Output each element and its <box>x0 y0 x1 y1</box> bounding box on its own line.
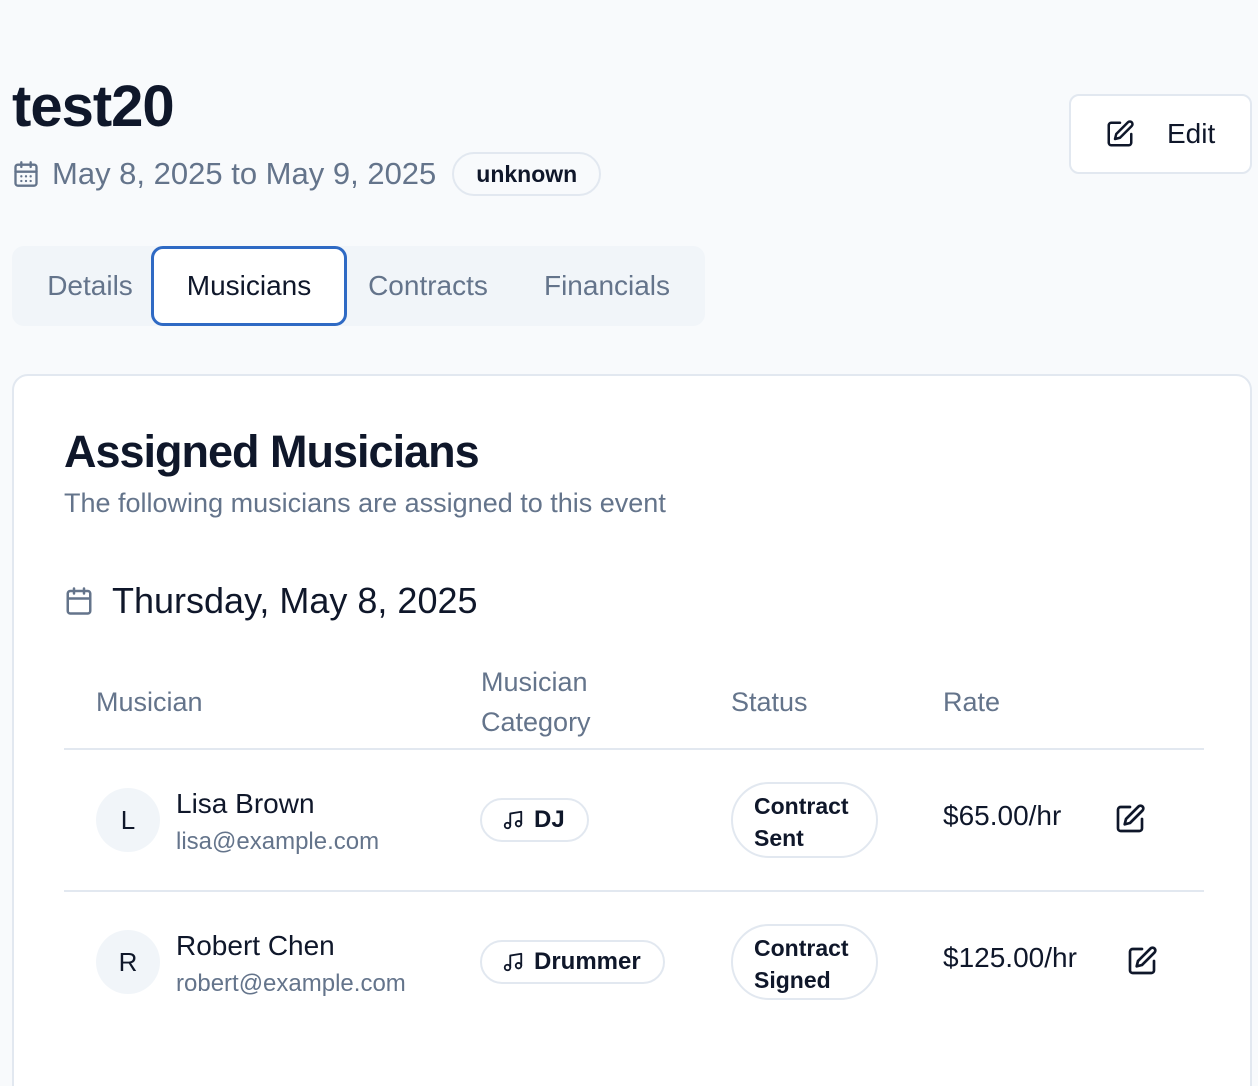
column-header-status: Status <box>731 687 808 717</box>
table-row: L Lisa Brown lisa@example.com DJ Contrac… <box>64 750 1204 890</box>
music-note-icon <box>502 808 526 832</box>
edit-row-button[interactable] <box>1126 945 1158 977</box>
edit-icon <box>1116 804 1145 833</box>
status-line1: Contract <box>754 793 849 819</box>
column-header-musician: Musician <box>96 687 203 717</box>
edit-event-button[interactable]: Edit <box>1069 94 1252 174</box>
column-header-category-line2: Category <box>481 707 591 737</box>
music-note-icon <box>502 950 526 974</box>
assigned-musicians-card: Assigned Musicians The following musicia… <box>12 374 1252 1086</box>
category-badge: DJ <box>480 798 589 842</box>
category-label: Drummer <box>534 948 641 975</box>
musician-name: Lisa Brown <box>176 788 315 819</box>
edit-row-button[interactable] <box>1114 803 1146 835</box>
avatar: L <box>96 788 160 852</box>
table-row: R Robert Chen robert@example.com Drummer… <box>64 892 1204 1032</box>
calendar-icon <box>64 586 94 616</box>
category-badge: Drummer <box>480 940 665 984</box>
rate-value: $65.00/hr <box>943 800 1062 831</box>
musician-email: robert@example.com <box>176 970 406 997</box>
column-header-rate: Rate <box>943 687 1001 717</box>
status-line2: Sent <box>754 825 804 851</box>
day-header: Thursday, May 8, 2025 <box>64 578 478 624</box>
musician-email: lisa@example.com <box>176 828 380 855</box>
tab-musicians[interactable]: Musicians <box>151 246 347 326</box>
tab-contracts[interactable]: Contracts <box>350 246 506 326</box>
status-line2: Signed <box>754 967 831 993</box>
tab-list: Details Musicians Contracts Financials <box>12 246 705 326</box>
status-badge: Contract Sent <box>731 782 878 858</box>
status-line1: Contract <box>754 935 849 961</box>
category-label: DJ <box>534 806 565 833</box>
rate-value: $125.00/hr <box>943 942 1077 973</box>
tab-financials[interactable]: Financials <box>530 246 684 326</box>
card-subtitle: The following musicians are assigned to … <box>64 488 666 518</box>
event-date-range: May 8, 2025 to May 9, 2025 <box>52 156 437 191</box>
edit-icon <box>1105 118 1137 150</box>
event-title: test20 <box>12 74 175 139</box>
edit-icon <box>1128 946 1157 975</box>
event-status-badge: unknown <box>452 152 602 196</box>
event-date-row: May 8, 2025 to May 9, 2025 unknown <box>12 152 602 196</box>
column-header-category-line1: Musician <box>481 667 588 697</box>
status-badge: Contract Signed <box>731 924 878 1000</box>
edit-button-label: Edit <box>1167 118 1216 149</box>
avatar: R <box>96 930 160 994</box>
day-label: Thursday, May 8, 2025 <box>112 580 478 621</box>
card-title: Assigned Musicians <box>64 426 480 477</box>
musician-name: Robert Chen <box>176 930 335 961</box>
calendar-icon <box>12 159 42 189</box>
tab-details[interactable]: Details <box>26 246 154 326</box>
